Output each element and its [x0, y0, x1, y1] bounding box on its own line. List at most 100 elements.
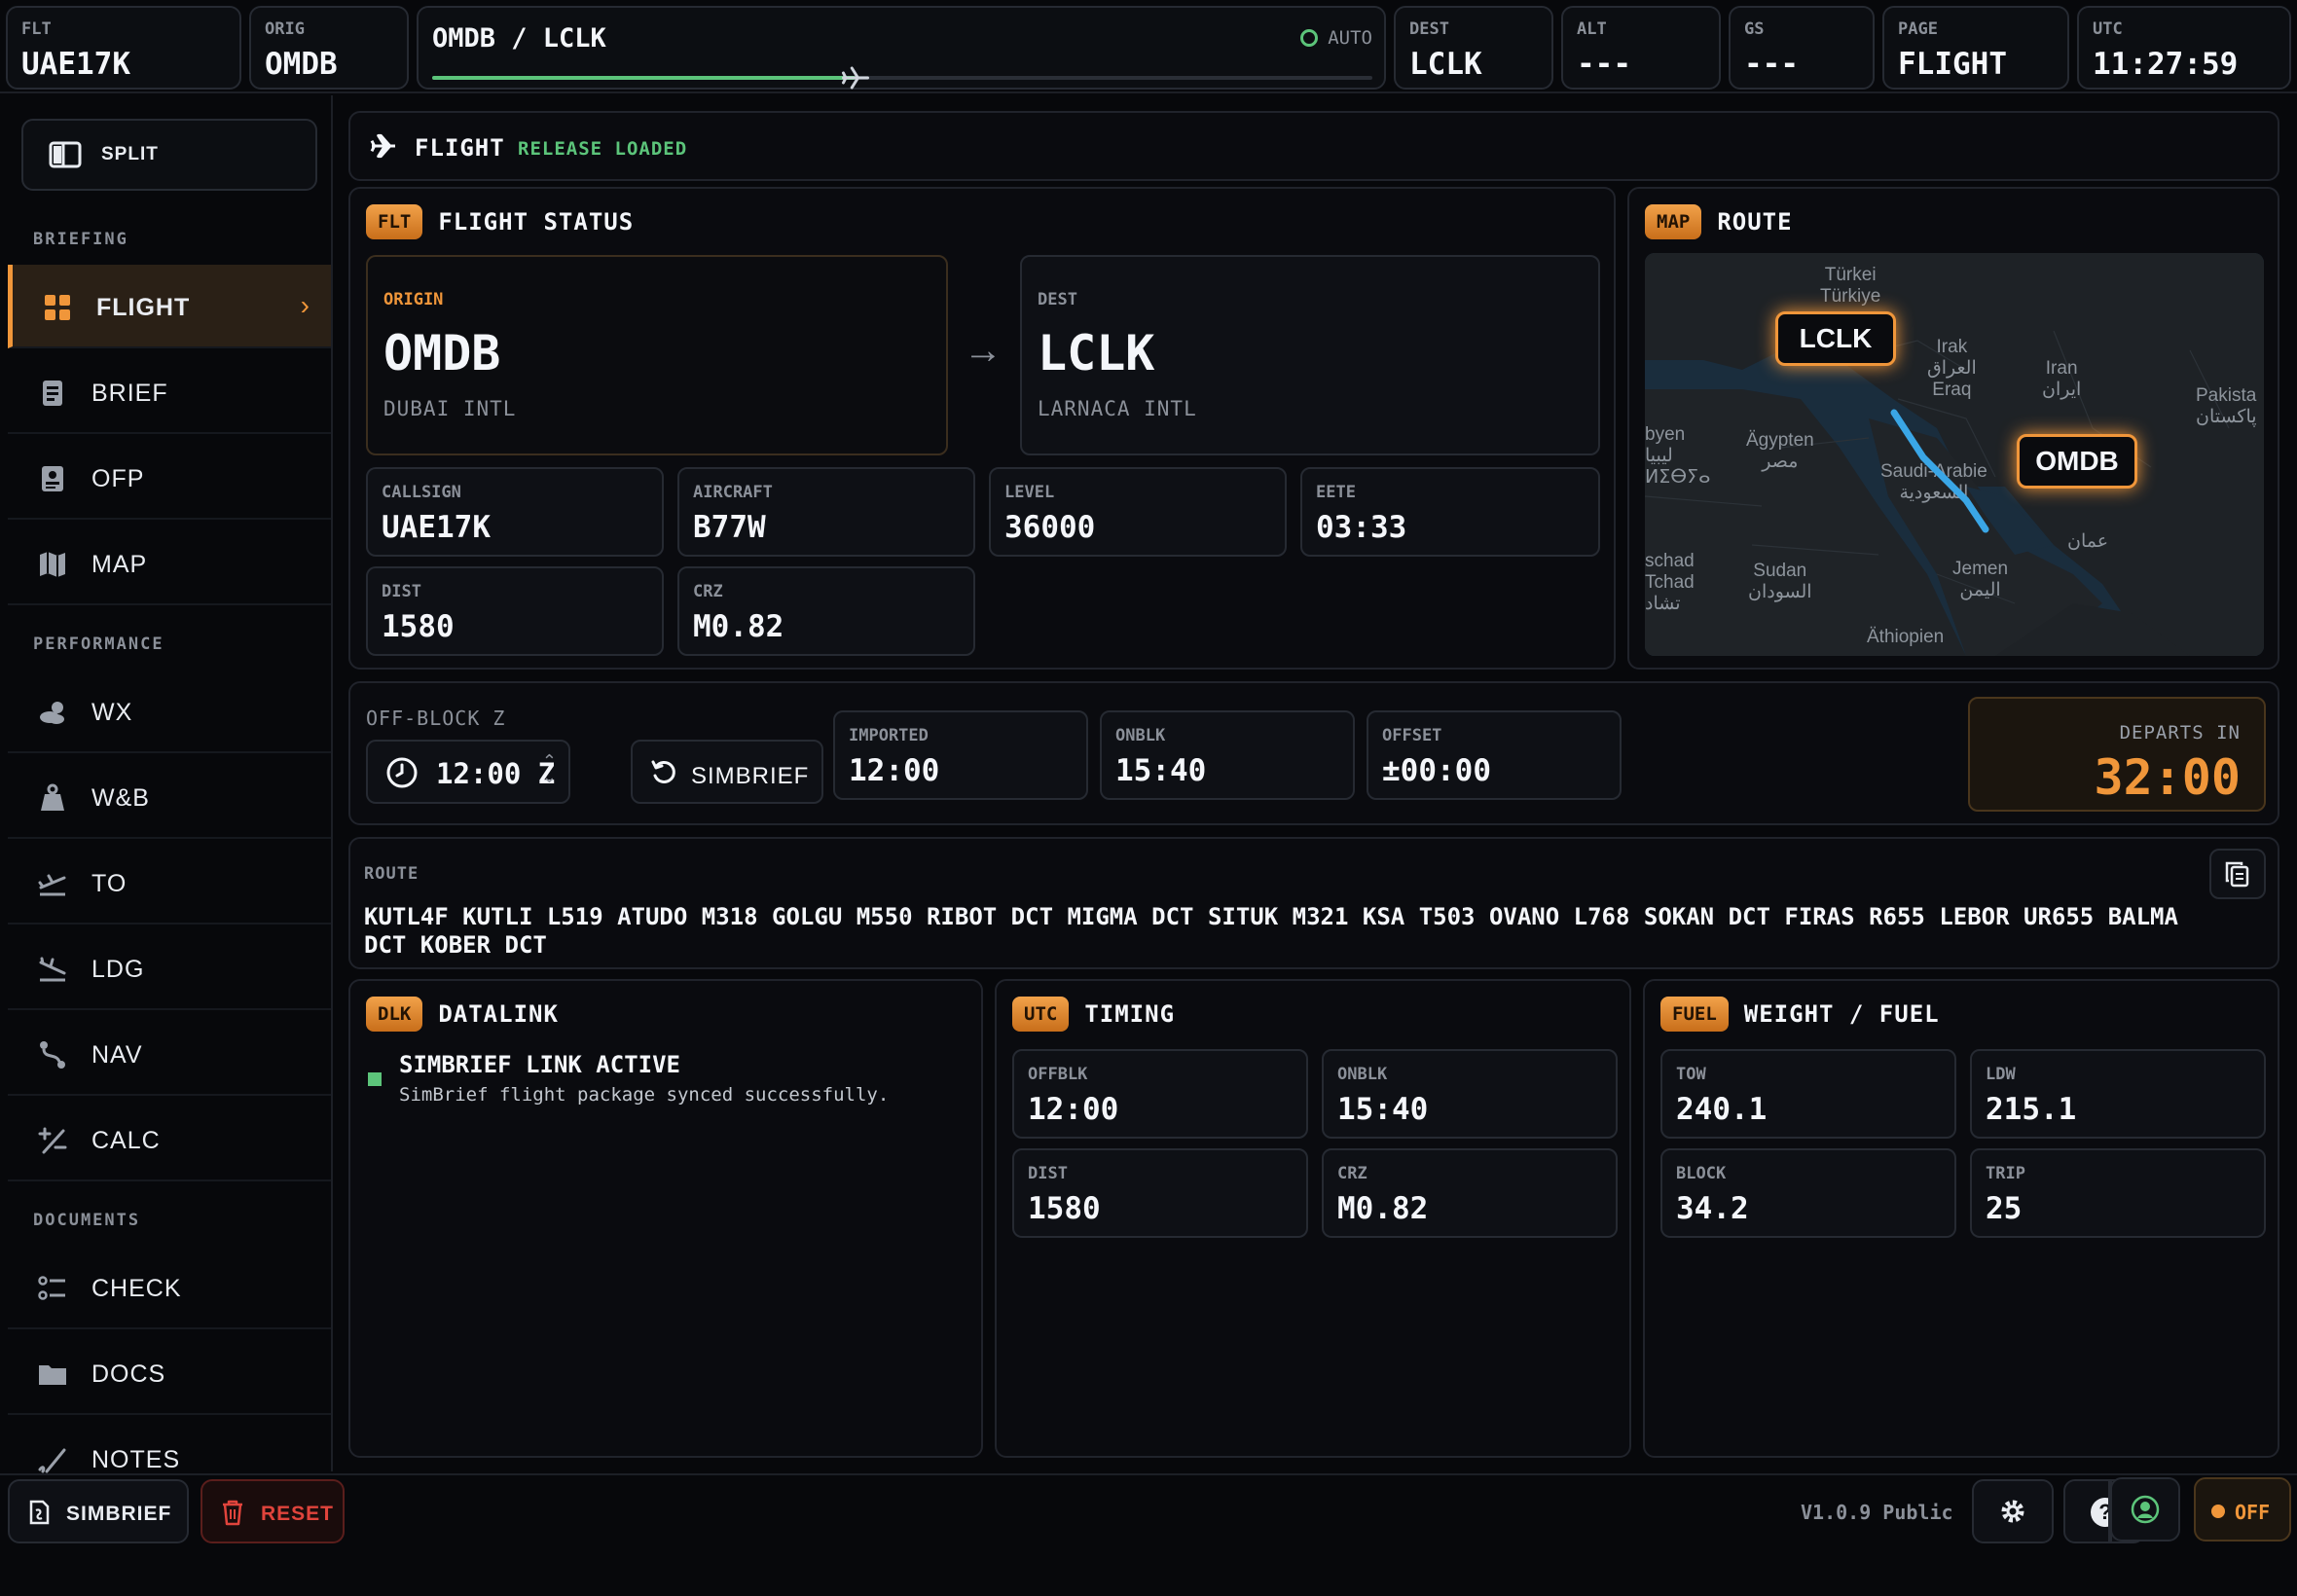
offblock-time-selector[interactable]: 12:00 Z ⌃ ⌄ [366, 740, 570, 804]
route-line [1890, 409, 1989, 533]
onblk-field: ONBLK 15:40 [1100, 710, 1355, 800]
crz-field: CRZ M0.82 [677, 566, 975, 656]
crz-label: CRZ [693, 582, 723, 601]
sidebar-item-ldg[interactable]: LDG [8, 926, 331, 1010]
sidebar-item-nav[interactable]: NAV [8, 1012, 331, 1096]
timing-title: TIMING [1084, 1000, 1176, 1028]
orig-label: ORIG [265, 19, 305, 39]
sidebar-item-docs[interactable]: DOCS [8, 1331, 331, 1415]
sidebar-item-label: WX [91, 699, 133, 726]
weather-icon [40, 702, 64, 724]
trip-fuel-value: 25 [1986, 1191, 2023, 1226]
sidebar-item-brief[interactable]: BRIEF [8, 350, 331, 434]
timing-crz-label: CRZ [1337, 1164, 1367, 1183]
calculator-icon [38, 1127, 67, 1154]
timing-onblk-value: 15:40 [1337, 1092, 1429, 1127]
sidebar-item-map[interactable]: MAP [8, 522, 331, 605]
map-icon [40, 552, 65, 577]
trip-fuel-field: TRIP 25 [1970, 1148, 2266, 1238]
checklist-icon [38, 1276, 65, 1300]
gs-label: GS [1744, 19, 1765, 39]
route-label: OMDB / LCLK [432, 23, 606, 54]
aircraft-value: B77W [693, 510, 766, 545]
dest-value: LCLK [1409, 47, 1482, 82]
datalink-message-title: SIMBRIEF LINK ACTIVE [399, 1051, 680, 1078]
offblock-label: OFF-BLOCK Z [366, 707, 506, 730]
page-label: PAGE [1898, 19, 1938, 39]
clock-icon [386, 757, 418, 788]
imported-field: IMPORTED 12:00 [833, 710, 1088, 800]
offblk-value: 12:00 [1028, 1092, 1119, 1127]
departs-in-countdown: DEPARTS IN 32:00 [1968, 697, 2266, 812]
sidebar-item-check[interactable]: CHECK [8, 1246, 331, 1329]
timing-dist-field: DIST 1580 [1012, 1148, 1308, 1238]
sidebar-item-label: BRIEF [91, 380, 168, 407]
lclk-marker[interactable]: LCLK [1775, 311, 1896, 366]
trash-icon [223, 1500, 242, 1526]
sidebar-item-wx[interactable]: WX [8, 670, 331, 753]
gear-icon [2001, 1500, 2024, 1523]
dest-card: DEST LCLK LARNACA INTL [1020, 255, 1600, 455]
connection-status-label: OFF [2235, 1501, 2271, 1524]
section-documents: DOCUMENTS [33, 1211, 141, 1230]
sidebar-item-flight[interactable]: FLIGHT › [8, 265, 331, 348]
weight-fuel-title: WEIGHT / FUEL [1743, 1000, 1940, 1028]
reset-button-label: RESET [261, 1503, 335, 1525]
account-button[interactable] [2110, 1477, 2180, 1542]
reset-button[interactable]: RESET [201, 1479, 345, 1543]
route-string-panel: ROUTE KUTL4F KUTLI L519 ATUDO M318 GOLGU… [348, 837, 2279, 969]
sidebar-item-label: OFP [91, 465, 145, 492]
omdb-marker[interactable]: OMDB [2017, 434, 2137, 489]
auto-mode-label: AUTO [1328, 27, 1372, 49]
dest-code: LCLK [1038, 325, 1155, 381]
alt-cell: ALT --- [1561, 6, 1721, 90]
trip-fuel-label: TRIP [1986, 1164, 2025, 1183]
copy-route-button[interactable] [2209, 849, 2266, 899]
updown-chevron-icon: ⌃ ⌄ [541, 751, 557, 786]
split-view-button[interactable]: SPLIT [21, 119, 317, 191]
simbrief-button[interactable]: SIMBRIEF [8, 1479, 189, 1543]
origin-name: DUBAI INTL [383, 397, 517, 420]
timing-onblk-field: ONBLK 15:40 [1322, 1049, 1618, 1139]
orig-value: OMDB [265, 47, 338, 82]
weight-icon [41, 783, 64, 811]
arrow-right-icon: → [964, 329, 1003, 372]
simbrief-sync-button[interactable]: SIMBRIEF [631, 740, 823, 804]
flt-cell: FLT UAE17K [6, 6, 241, 90]
tow-label: TOW [1676, 1065, 1706, 1084]
ldw-value: 215.1 [1986, 1092, 2077, 1127]
sidebar-item-wb[interactable]: W&B [8, 755, 331, 839]
split-view-icon [49, 141, 82, 168]
level-label: LEVEL [1004, 483, 1055, 502]
simbrief-sync-label: SIMBRIEF [691, 763, 810, 789]
departs-value: 32:00 [2094, 749, 2241, 806]
landing-icon [39, 957, 66, 982]
pen-icon [38, 1448, 66, 1473]
aircraft-field: AIRCRAFT B77W [677, 467, 975, 557]
flt-value: UAE17K [21, 47, 130, 82]
origin-card: ORIGIN OMDB DUBAI INTL [366, 255, 948, 455]
route-map[interactable]: Türkei Türkiye Irak العراق Eraq Iran ایران P… [1645, 253, 2264, 656]
sidebar-item-to[interactable]: TO [8, 841, 331, 925]
page-title: FLIGHT [415, 134, 505, 162]
ldw-label: LDW [1986, 1065, 2016, 1084]
datalink-title: DATALINK [438, 1000, 559, 1028]
settings-button[interactable] [1972, 1479, 2054, 1543]
page-header: FLIGHT RELEASE LOADED [348, 111, 2279, 181]
callsign-value: UAE17K [382, 510, 491, 545]
utc-badge: UTC [1012, 997, 1070, 1032]
onblk-value: 15:40 [1115, 753, 1207, 788]
dist-label: DIST [382, 582, 421, 601]
connection-status-button[interactable]: OFF [2194, 1477, 2291, 1542]
flt-badge: FLT [366, 204, 423, 239]
origin-code: OMDB [383, 325, 501, 381]
route-map-title: ROUTE [1717, 208, 1793, 236]
utc-cell: UTC 11:27:59 [2077, 6, 2291, 90]
offset-value: ±00:00 [1382, 753, 1491, 788]
gs-cell: GS --- [1729, 6, 1875, 90]
sidebar-item-calc[interactable]: CALC [8, 1098, 331, 1181]
document-icon [42, 466, 63, 491]
chevron-right-icon: › [300, 290, 310, 320]
clipboard-icon [43, 381, 62, 406]
sidebar-item-ofp[interactable]: OFP [8, 436, 331, 520]
